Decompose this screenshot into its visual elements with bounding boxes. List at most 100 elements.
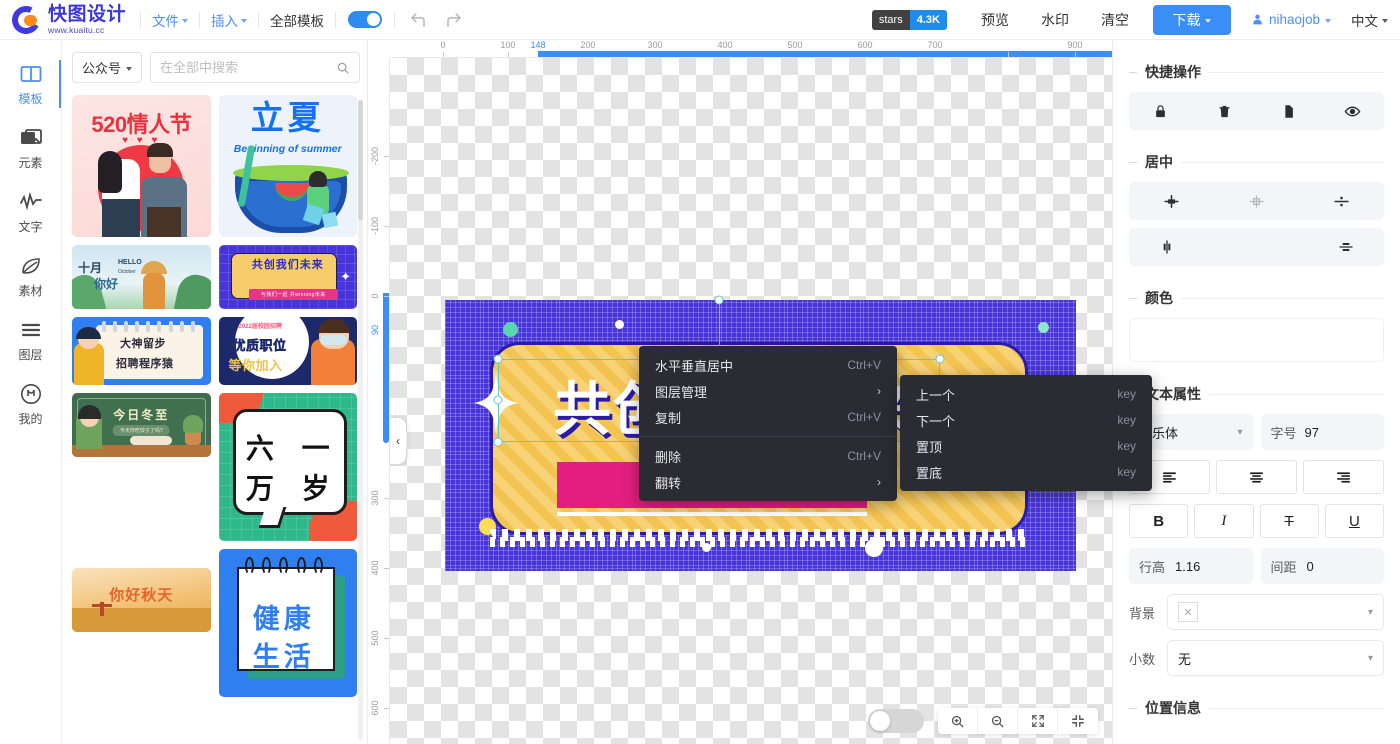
template-card-october-l2: HELLO	[118, 259, 142, 266]
ruler-h-tick: 600	[857, 40, 872, 50]
menu-insert[interactable]: 插入	[200, 0, 258, 39]
menu-all-templates[interactable]: 全部模板	[259, 0, 335, 39]
watermark-button[interactable]: 水印	[1025, 10, 1085, 30]
underline-button[interactable]: U	[1325, 504, 1384, 538]
clear-button[interactable]: 清空	[1085, 10, 1145, 30]
bold-button[interactable]: B	[1129, 504, 1188, 538]
ruler-h-tick: 400	[717, 40, 732, 50]
fit-button[interactable]	[1058, 708, 1098, 734]
template-card-lixia-sub: Beginning of summer	[219, 143, 358, 155]
sidebar-item-layers[interactable]: 图层	[0, 308, 61, 372]
context-item-flip[interactable]: 翻转 ›	[639, 469, 897, 495]
sidebar-item-templates[interactable]: 模板	[0, 52, 61, 116]
submenu-item-next-label: 下一个	[916, 411, 955, 430]
center-row-2	[1129, 228, 1384, 266]
align-center-both-button[interactable]	[1242, 188, 1272, 214]
template-card-job[interactable]: 大神留步 招聘程序猿	[72, 317, 211, 385]
decimal-select[interactable]: 无 ▾	[1167, 640, 1384, 676]
download-button[interactable]: 下载	[1153, 5, 1231, 35]
align-center-button[interactable]	[1216, 460, 1297, 494]
zoom-controls	[938, 708, 1098, 734]
left-rail: 模板 元素 文字 素材 图层	[0, 40, 62, 744]
submenu-item-next-shortcut: key	[1117, 413, 1136, 427]
align-center-vertical-button[interactable]	[1157, 188, 1187, 214]
rotate-handle[interactable]	[715, 296, 724, 305]
sidebar-item-elements[interactable]: 元素	[0, 116, 61, 180]
search-input[interactable]	[160, 60, 336, 75]
template-card-october[interactable]: 十月 HELLO October 你好	[72, 245, 211, 309]
template-scrollbar[interactable]	[358, 100, 363, 740]
template-card-autumn[interactable]: 你好秋天	[72, 568, 211, 632]
chevron-left-icon: ‹	[396, 434, 400, 448]
section-center: 居中	[1129, 152, 1384, 172]
zoom-out-button[interactable]	[978, 708, 1018, 734]
ruler-v-tick: 300	[370, 490, 380, 505]
font-size-field[interactable]: 字号 97	[1261, 414, 1385, 450]
submenu-item-send-to-back[interactable]: 置底 key	[900, 459, 1152, 485]
template-card-520[interactable]: 520情人节 ♥ ♥ ♥	[72, 95, 211, 237]
background-swatch: ✕	[1178, 602, 1198, 622]
brand-logo[interactable]: 快图设计 www.kuaitu.cc	[0, 5, 140, 35]
template-card-position-l2: 等你加入	[229, 355, 283, 374]
zoom-in-button[interactable]	[938, 708, 978, 734]
header-toggle[interactable]	[348, 11, 382, 28]
decimal-row: 小数 无 ▾	[1129, 640, 1384, 676]
github-stars-badge[interactable]: stars 4.3K	[872, 10, 947, 30]
font-row: 快乐体 ▾ 字号 97	[1129, 414, 1384, 450]
chevron-down-icon	[126, 67, 132, 71]
language-menu[interactable]: 中文	[1343, 10, 1388, 30]
background-select[interactable]: ✕ ▾	[1167, 594, 1384, 630]
strikethrough-button[interactable]: T	[1260, 504, 1319, 538]
context-item-center[interactable]: 水平垂直居中 Ctrl+V	[639, 352, 897, 378]
submenu-item-bring-to-front[interactable]: 置顶 key	[900, 433, 1152, 459]
align-center-horizontal-button[interactable]	[1327, 188, 1357, 214]
sidebar-item-materials[interactable]: 素材	[0, 244, 61, 308]
line-height-field[interactable]: 行高 1.16	[1129, 548, 1253, 584]
menu-all-templates-label: 全部模板	[270, 10, 324, 30]
template-card-health[interactable]: 健康 生活	[219, 549, 358, 697]
user-menu[interactable]: nihaojob	[1239, 12, 1343, 27]
align-right-button[interactable]	[1303, 460, 1384, 494]
submenu-item-prev[interactable]: 上一个 key	[900, 381, 1152, 407]
horizontal-ruler[interactable]: 0 100 148 200 300 400 500 600 700 777 90…	[390, 40, 1112, 58]
distribute-horizontal-button[interactable]	[1152, 234, 1182, 260]
template-panel: 公众号 520情人节 ♥ ♥ ♥	[62, 40, 368, 744]
sidebar-item-text[interactable]: 文字	[0, 180, 61, 244]
italic-button[interactable]: I	[1194, 504, 1253, 538]
resize-handle-ml[interactable]	[494, 396, 503, 405]
vertical-ruler[interactable]: -200 -100 0 90 300 400 500 600	[368, 58, 390, 744]
context-item-layer-manage-label: 图层管理	[655, 382, 707, 401]
menu-file[interactable]: 文件	[141, 0, 199, 39]
letter-spacing-field[interactable]: 间距 0	[1261, 548, 1385, 584]
category-select[interactable]: 公众号	[72, 52, 142, 83]
resize-handle-tr[interactable]	[936, 355, 945, 364]
preview-button[interactable]: 预览	[965, 10, 1025, 30]
delete-button[interactable]	[1210, 98, 1240, 124]
context-item-delete[interactable]: 删除 Ctrl+V	[639, 443, 897, 469]
copy-button[interactable]	[1273, 98, 1303, 124]
search-icon[interactable]	[336, 61, 350, 75]
undo-icon[interactable]	[409, 11, 427, 29]
template-card-liuyi[interactable]: 六 一 万 岁	[219, 393, 358, 541]
color-swatch-area[interactable]	[1129, 318, 1384, 362]
distribute-vertical-button[interactable]	[1331, 234, 1361, 260]
grid-toggle[interactable]	[868, 709, 924, 733]
redo-icon[interactable]	[445, 11, 463, 29]
context-item-layer-manage[interactable]: 图层管理 ›	[639, 378, 897, 404]
template-card-gongchuang[interactable]: 共创我们未来 与我们一起 共winning未来 ✦	[219, 245, 358, 309]
template-card-position[interactable]: 2022届校园招聘 优质职位 等你加入	[219, 317, 358, 385]
resize-handle-tl[interactable]	[494, 355, 503, 364]
search-box[interactable]	[150, 52, 360, 83]
submenu-item-next[interactable]: 下一个 key	[900, 407, 1152, 433]
template-card-lixia[interactable]: 立夏 Beginning of summer	[219, 95, 358, 237]
resize-handle-bl[interactable]	[494, 438, 503, 447]
template-card-dongzhi[interactable]: 今日冬至 今天你吃饺子了吗?	[72, 393, 211, 457]
design-underbar	[557, 512, 867, 516]
panel-collapse-button[interactable]: ‹	[390, 418, 406, 464]
lock-button[interactable]	[1146, 98, 1176, 124]
sidebar-item-mine[interactable]: 我的	[0, 372, 61, 436]
visibility-button[interactable]	[1337, 98, 1367, 124]
context-item-copy[interactable]: 复制 Ctrl+V	[639, 404, 897, 430]
fullscreen-button[interactable]	[1018, 708, 1058, 734]
template-card-dongzhi-sub: 今天你吃饺子了吗?	[113, 425, 170, 436]
